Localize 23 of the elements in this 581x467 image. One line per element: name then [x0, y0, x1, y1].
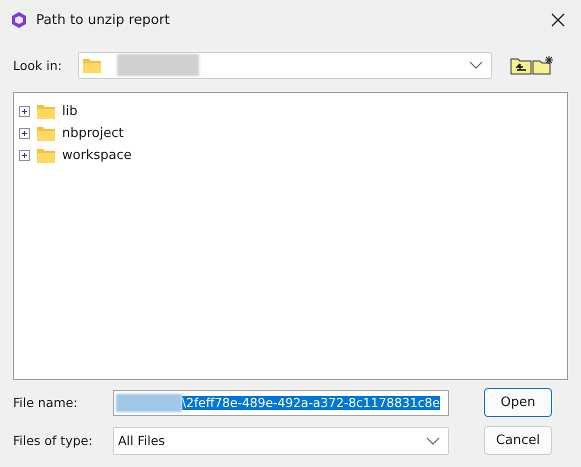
- open-button[interactable]: Open: [484, 388, 552, 417]
- expand-icon[interactable]: [19, 150, 30, 160]
- cancel-button[interactable]: Cancel: [484, 426, 552, 455]
- window-title: Path to unzip report: [36, 12, 170, 28]
- close-icon[interactable]: [551, 13, 565, 27]
- chevron-icon: [426, 436, 440, 444]
- expand-icon[interactable]: [19, 128, 30, 138]
- folder-name[interactable]: workspace: [62, 148, 132, 162]
- folder-name[interactable]: lib: [62, 104, 78, 118]
- folder-icon: [36, 124, 56, 142]
- look-in-label: Look in:: [13, 58, 63, 72]
- folder-icon: [36, 102, 56, 120]
- app-logo-icon: [10, 11, 28, 29]
- expand-icon[interactable]: [19, 106, 30, 116]
- files-of-type-label: Files of type:: [13, 433, 94, 448]
- folder-icon: [82, 56, 102, 74]
- folder-name[interactable]: nbproject: [62, 126, 124, 140]
- file-type-dropdown[interactable]: All Files: [113, 426, 449, 454]
- new-folder-icon[interactable]: [532, 55, 554, 75]
- file-name-label: File name:: [13, 395, 79, 410]
- chevron-icon: [469, 61, 483, 69]
- file-name-field[interactable]: \2feff78e-489e-492a-a372-8c1178831c8e: [113, 390, 449, 416]
- folder-icon: [36, 146, 56, 164]
